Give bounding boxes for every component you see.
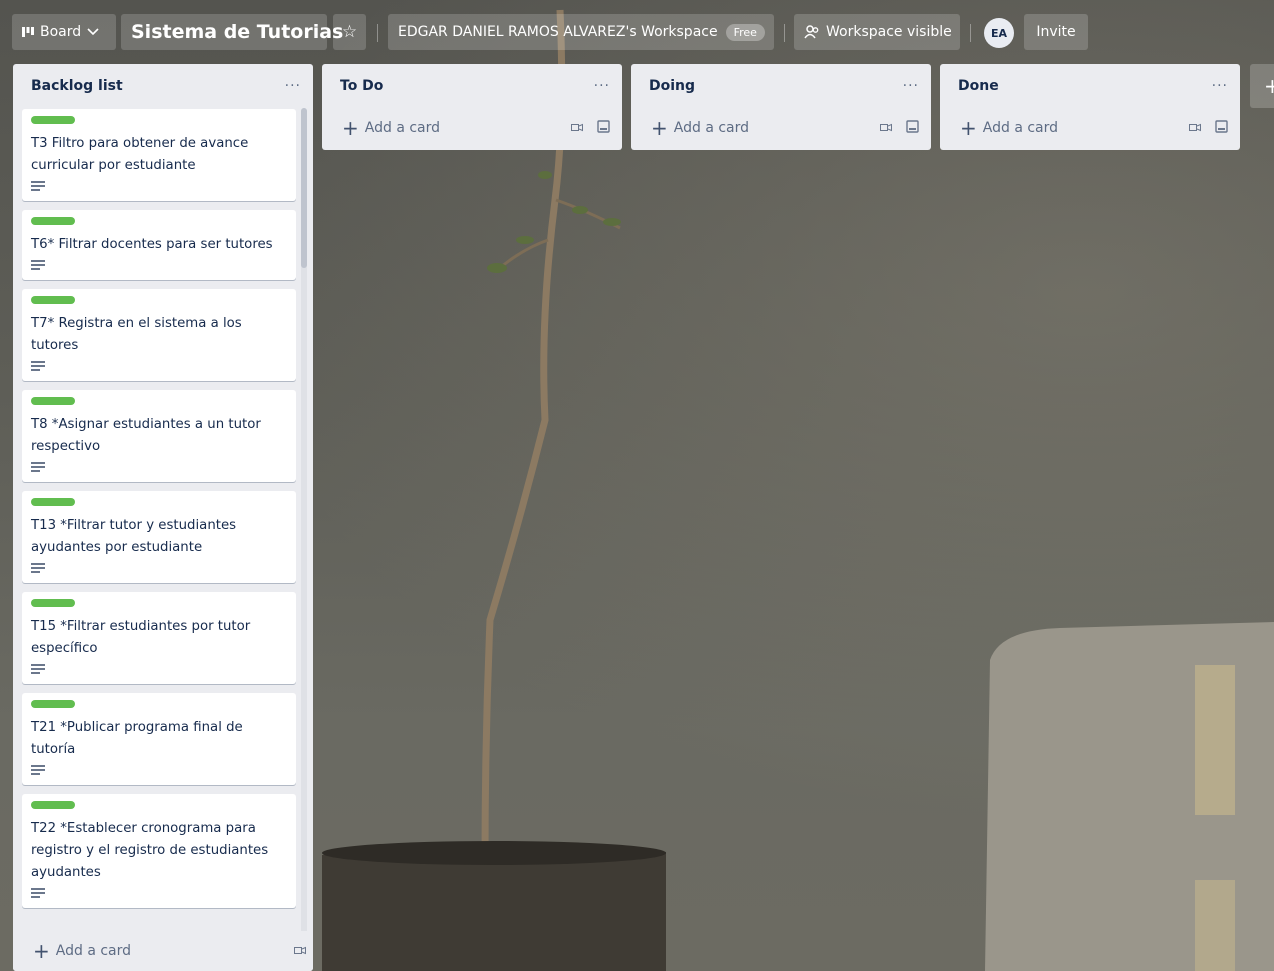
list-menu-button[interactable]: ··· [285, 78, 301, 94]
description-icon [31, 888, 45, 898]
star-board-button[interactable]: ☆ [333, 14, 366, 50]
plus-icon: + [960, 116, 977, 140]
card-title: T21 *Publicar programa final de tutoría [31, 720, 243, 757]
avatar[interactable]: EA [984, 18, 1014, 48]
list-menu-button[interactable]: ··· [1212, 78, 1228, 94]
divider [377, 24, 378, 42]
chevron-down-icon [87, 28, 99, 36]
visibility-button[interactable]: Workspace visible [794, 14, 960, 50]
list-title[interactable]: To Do [340, 78, 383, 94]
list-header: Backlog list ··· [13, 64, 313, 108]
list-card[interactable]: T21 *Publicar programa final de tutoría [22, 693, 296, 785]
list-card[interactable]: T3 Filtro para obtener de avance curricu… [22, 109, 296, 201]
list-doing: Doing ··· + Add a card [631, 64, 931, 150]
list-card[interactable]: T22 *Establecer cronograma para registro… [22, 794, 296, 908]
template-icon[interactable] [906, 119, 919, 137]
list-todo: To Do ··· + Add a card [322, 64, 622, 150]
description-icon [31, 181, 45, 191]
star-icon: ☆ [341, 22, 358, 42]
green-label[interactable] [31, 296, 75, 304]
green-label[interactable] [31, 217, 75, 225]
divider [970, 24, 971, 42]
green-label[interactable] [31, 116, 75, 124]
card-list: T3 Filtro para obtener de avance curricu… [22, 109, 296, 917]
add-card-row: + Add a card [322, 108, 622, 148]
plus-icon: + [651, 116, 668, 140]
green-label[interactable] [31, 700, 75, 708]
add-card-row: + Add a card [13, 931, 313, 971]
description-icon [31, 664, 45, 674]
description-icon [31, 563, 45, 573]
list-title[interactable]: Done [958, 78, 999, 94]
add-card-button[interactable]: Add a card [56, 943, 280, 959]
board-view-switcher[interactable]: Board [12, 14, 116, 50]
list-done: Done ··· + Add a card [940, 64, 1240, 150]
list-card[interactable]: T7* Registra en el sistema a los tutores [22, 289, 296, 381]
board-view-label: Board [40, 24, 82, 40]
card-title: T8 *Asignar estudiantes a un tutor respe… [31, 417, 261, 454]
list-card[interactable]: T13 *Filtrar tutor y estudiantes ayudant… [22, 491, 296, 583]
add-card-button[interactable]: Add a card [674, 120, 866, 136]
green-label[interactable] [31, 801, 75, 809]
add-list-button[interactable]: + [1250, 64, 1274, 108]
divider [784, 24, 785, 42]
add-card-button[interactable]: Add a card [365, 120, 557, 136]
card-title: T3 Filtro para obtener de avance curricu… [31, 136, 249, 173]
list-header: Doing ··· [631, 64, 931, 108]
people-icon [804, 25, 820, 39]
green-label[interactable] [31, 397, 75, 405]
card-title: T15 *Filtrar estudiantes por tutor espec… [31, 619, 251, 656]
board-title[interactable]: Sistema de Tutorias [121, 14, 343, 50]
template-icon[interactable] [597, 119, 610, 137]
add-card-row: + Add a card [631, 108, 931, 148]
description-icon [31, 361, 45, 371]
list-card[interactable]: T15 *Filtrar estudiantes por tutor espec… [22, 592, 296, 684]
card-title: T22 *Establecer cronograma para registro… [31, 821, 269, 880]
board-icon [22, 27, 34, 37]
board-header: Board Sistema de Tutorias ☆ EDGAR DANIEL… [0, 0, 1274, 66]
green-label[interactable] [31, 498, 75, 506]
list-card[interactable]: T6* Filtrar docentes para ser tutores [22, 210, 296, 280]
list-menu-button[interactable]: ··· [594, 78, 610, 94]
plus-icon: + [342, 116, 359, 140]
camera-icon[interactable] [294, 943, 306, 959]
card-title: T7* Registra en el sistema a los tutores [31, 316, 242, 353]
visibility-label: Workspace visible [826, 24, 952, 40]
list-backlog: Backlog list ··· T3 Filtro para obtener … [13, 64, 313, 971]
card-title: T6* Filtrar docentes para ser tutores [31, 237, 273, 252]
list-title[interactable]: Doing [649, 78, 695, 94]
description-icon [31, 462, 45, 472]
workspace-label: EDGAR DANIEL RAMOS ALVAREZ's Workspace [398, 24, 718, 40]
camera-icon[interactable] [1189, 120, 1201, 136]
add-card-button[interactable]: Add a card [983, 120, 1175, 136]
list-card[interactable]: T8 *Asignar estudiantes a un tutor respe… [22, 390, 296, 482]
list-header: To Do ··· [322, 64, 622, 108]
description-icon [31, 765, 45, 775]
list-title[interactable]: Backlog list [31, 78, 123, 94]
camera-icon[interactable] [880, 120, 892, 136]
description-icon [31, 260, 45, 270]
scrollbar-thumb[interactable] [301, 108, 307, 268]
plan-badge: Free [725, 23, 765, 41]
add-card-row: + Add a card [940, 108, 1240, 148]
invite-button[interactable]: Invite [1024, 14, 1088, 50]
green-label[interactable] [31, 599, 75, 607]
list-menu-button[interactable]: ··· [903, 78, 919, 94]
camera-icon[interactable] [571, 120, 583, 136]
plus-icon: + [1264, 74, 1274, 98]
list-scrollbar[interactable] [301, 108, 307, 948]
card-title: T13 *Filtrar tutor y estudiantes ayudant… [31, 518, 237, 555]
workspace-button[interactable]: EDGAR DANIEL RAMOS ALVAREZ's Workspace F… [388, 14, 774, 50]
list-header: Done ··· [940, 64, 1240, 108]
template-icon[interactable] [1215, 119, 1228, 137]
plus-icon: + [33, 939, 50, 963]
